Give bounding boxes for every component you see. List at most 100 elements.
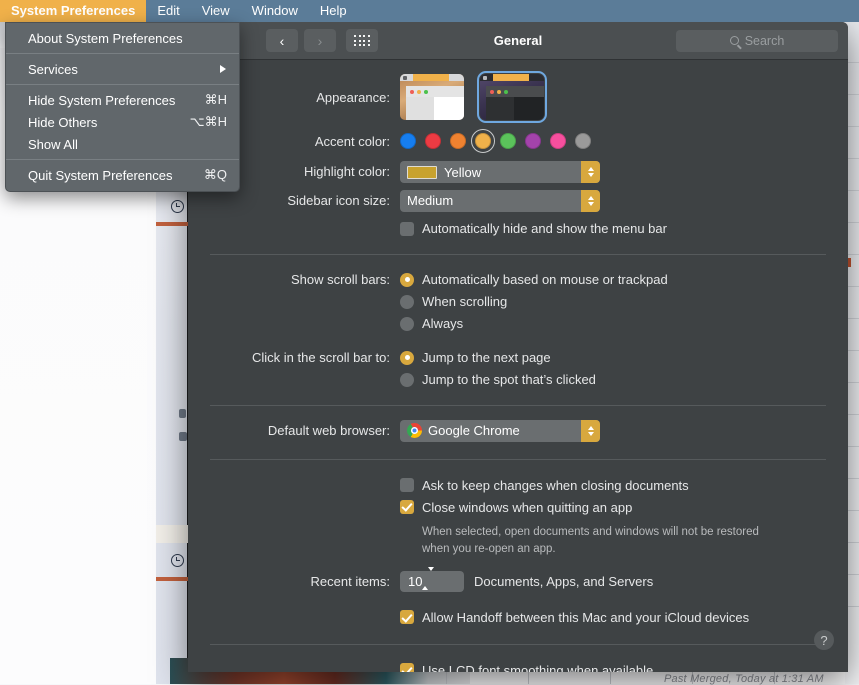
checkbox-box[interactable] <box>400 222 414 236</box>
highlight-color-swatch <box>407 166 437 179</box>
radio-button[interactable] <box>400 317 414 331</box>
menu-item-label: Quit System Preferences <box>28 168 173 183</box>
radio-button[interactable] <box>400 273 414 287</box>
sidebar-icon-size-stepper-icon[interactable] <box>581 190 600 212</box>
click-scroll-bar-option-label: Jump to the spot that’s clicked <box>422 372 596 387</box>
checkbox-box[interactable] <box>400 610 414 624</box>
menubar-item-system-preferences[interactable]: System Preferences <box>0 0 146 22</box>
menu-item-label: Services <box>28 62 78 77</box>
menu-item-label: Hide Others <box>28 115 97 130</box>
menubar-item-view[interactable]: View <box>191 0 241 22</box>
highlight-color-stepper-icon[interactable] <box>581 161 600 183</box>
close-windows-quitting-note: When selected, open documents and window… <box>400 518 760 557</box>
default-browser-stepper-icon[interactable] <box>581 420 600 442</box>
chrome-icon <box>407 423 422 438</box>
allow-handoff-checkbox[interactable]: Allow Handoff between this Mac and your … <box>400 606 826 628</box>
click-scroll-bar-option-0[interactable]: Jump to the next page <box>400 347 826 369</box>
recent-items-stepper[interactable]: 10 <box>400 571 464 592</box>
general-preferences-content: Appearance: <box>188 60 848 672</box>
background-clock-icon-bottom <box>171 554 184 567</box>
menubar-item-edit[interactable]: Edit <box>146 0 190 22</box>
menu-item-hide-system-preferences[interactable]: Hide System Preferences⌘H <box>6 89 239 111</box>
show-scroll-bars-option-1[interactable]: When scrolling <box>400 291 826 313</box>
show-scroll-bars-option-2[interactable]: Always <box>400 313 826 335</box>
background-clock-icon-top <box>171 200 184 213</box>
accent-swatch-red[interactable] <box>425 133 441 149</box>
highlight-color-select[interactable]: Yellow <box>400 161 600 183</box>
auto-hide-menubar-label: Automatically hide and show the menu bar <box>422 221 667 236</box>
lcd-font-smoothing-checkbox[interactable]: Use LCD font smoothing when available <box>400 659 826 672</box>
recent-items-stepper-icon[interactable] <box>422 571 440 592</box>
recent-items-label: Recent items: <box>210 574 400 589</box>
background-footnote: Past Merged, Today at 1:31 AM <box>664 673 859 685</box>
menu-item-about-system-preferences[interactable]: About System Preferences <box>6 27 239 49</box>
show-scroll-bars-option-label: Always <box>422 316 463 331</box>
default-browser-row: Default web browser: Google Chrome <box>210 406 826 444</box>
allow-handoff-label: Allow Handoff between this Mac and your … <box>422 610 749 625</box>
accent-swatch-yellow[interactable] <box>475 133 491 149</box>
back-button[interactable]: ‹ <box>266 29 298 52</box>
show-scroll-bars-label: Show scroll bars: <box>210 269 400 291</box>
search-placeholder: Search <box>745 34 785 48</box>
default-browser-select[interactable]: Google Chrome <box>400 420 600 442</box>
checkbox-box[interactable] <box>400 478 414 492</box>
appearance-option-dark[interactable] <box>480 74 544 120</box>
accent-swatch-pink[interactable] <box>550 133 566 149</box>
accent-swatch-purple[interactable] <box>525 133 541 149</box>
menu-item-hide-others[interactable]: Hide Others⌥⌘H <box>6 111 239 133</box>
checkbox-box[interactable] <box>400 500 414 514</box>
menu-item-services[interactable]: Services <box>6 58 239 80</box>
accent-swatch-graphite[interactable] <box>575 133 591 149</box>
menu-separator <box>6 84 239 85</box>
accent-swatch-blue[interactable] <box>400 133 416 149</box>
highlight-color-value: Yellow <box>444 165 481 180</box>
search-icon <box>730 36 739 45</box>
background-small-icon-a <box>179 409 186 418</box>
background-tinted-row <box>156 525 188 543</box>
system-preferences-app-menu[interactable]: About System Preferences Services Hide Sys… <box>5 22 240 192</box>
appearance-option-light[interactable] <box>400 74 464 120</box>
background-accent-rule-top <box>156 222 188 226</box>
menubar: System PreferencesEditViewWindowHelp <box>0 0 859 22</box>
click-scroll-bar-radio-group[interactable]: Jump to the next page Jump to the spot th… <box>400 347 826 391</box>
show-scroll-bars-option-0[interactable]: Automatically based on mouse or trackpad <box>400 269 826 291</box>
radio-button[interactable] <box>400 373 414 387</box>
menu-separator <box>6 53 239 54</box>
menu-item-shortcut: ⌘H <box>205 92 227 108</box>
background-accent-rule-bottom <box>156 577 188 581</box>
show-all-button[interactable] <box>346 29 378 52</box>
appearance-options[interactable] <box>400 74 826 120</box>
lcd-font-smoothing-label: Use LCD font smoothing when available <box>422 663 653 672</box>
forward-button[interactable]: › <box>304 29 336 52</box>
show-scroll-bars-radio-group[interactable]: Automatically based on mouse or trackpad… <box>400 269 826 335</box>
auto-hide-menubar-row: Automatically hide and show the menu bar <box>210 212 826 240</box>
menu-item-show-all[interactable]: Show All <box>6 133 239 155</box>
navigation-buttons[interactable]: ‹ › <box>266 29 336 52</box>
window-titlebar: ‹ › General Search <box>188 22 848 60</box>
click-scroll-bar-option-1[interactable]: Jump to the spot that’s clicked <box>400 369 826 391</box>
menu-item-quit-system-preferences[interactable]: Quit System Preferences ⌘Q <box>6 164 239 186</box>
default-browser-label: Default web browser: <box>210 420 400 442</box>
ask-keep-changes-label: Ask to keep changes when closing documen… <box>422 478 689 493</box>
close-windows-quitting-label: Close windows when quitting an app <box>422 500 632 515</box>
close-windows-quitting-checkbox[interactable]: Close windows when quitting an app <box>400 496 826 518</box>
search-input[interactable]: Search <box>676 30 838 52</box>
sidebar-icon-size-select[interactable]: Medium <box>400 190 600 212</box>
menu-item-label: About System Preferences <box>28 31 183 46</box>
handoff-row: Allow Handoff between this Mac and your … <box>210 592 826 628</box>
sidebar-icon-size-label: Sidebar icon size: <box>210 190 400 212</box>
menu-item-shortcut: ⌘Q <box>204 167 227 183</box>
menubar-item-help[interactable]: Help <box>309 0 358 22</box>
menubar-item-window[interactable]: Window <box>241 0 309 22</box>
show-scroll-bars-option-label: Automatically based on mouse or trackpad <box>422 272 668 287</box>
radio-button[interactable] <box>400 295 414 309</box>
ask-keep-changes-checkbox[interactable]: Ask to keep changes when closing documen… <box>400 474 826 496</box>
accent-swatch-orange[interactable] <box>450 133 466 149</box>
auto-hide-menubar-checkbox[interactable]: Automatically hide and show the menu bar <box>400 218 826 240</box>
click-scroll-bar-option-label: Jump to the next page <box>422 350 551 365</box>
radio-button[interactable] <box>400 351 414 365</box>
help-button[interactable]: ? <box>814 630 834 650</box>
checkbox-box[interactable] <box>400 663 414 672</box>
accent-color-swatches[interactable] <box>400 133 826 149</box>
accent-swatch-green[interactable] <box>500 133 516 149</box>
